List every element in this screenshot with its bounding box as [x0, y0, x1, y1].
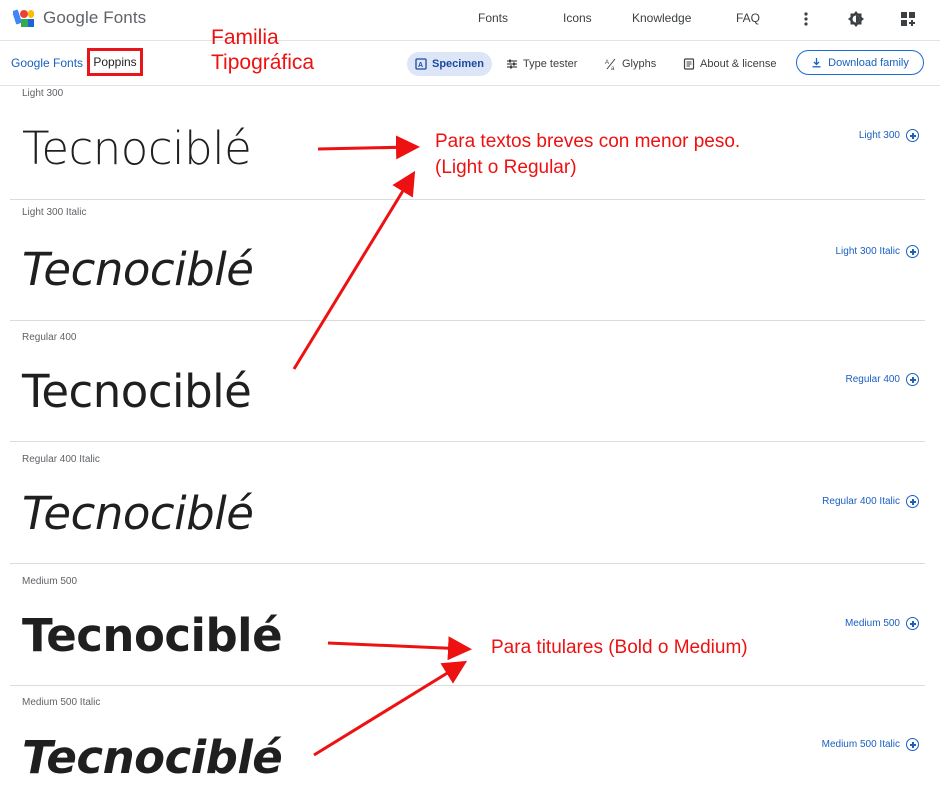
style-row-medium-500: Medium 500 Tecnociblé Medium 500	[10, 564, 925, 686]
nav-icons[interactable]: Icons	[563, 11, 592, 25]
add-circle-icon	[906, 738, 919, 751]
download-family-button[interactable]: Download family	[796, 50, 924, 75]
add-circle-icon	[906, 617, 919, 630]
svg-text:a: a	[611, 66, 615, 70]
specimen-preview[interactable]: Tecnociblé	[22, 731, 283, 784]
style-label: Light 300 Italic	[22, 207, 87, 218]
style-row-medium-500-italic: Medium 500 Italic Tecnociblé Medium 500 …	[10, 685, 925, 806]
breadcrumb-home[interactable]: Google Fonts	[11, 56, 83, 70]
glyphs-icon: Aa	[605, 58, 616, 70]
tab-about-license[interactable]: About & license	[683, 52, 776, 76]
select-style-label: Regular 400	[845, 374, 900, 385]
annotation-light-line2: (Light o Regular)	[435, 157, 577, 178]
tab-specimen[interactable]: A Specimen	[407, 52, 492, 76]
select-style-label: Regular 400 Italic	[822, 496, 900, 507]
select-style-label: Medium 500	[844, 618, 900, 629]
top-nav-bar: Google Fonts Fonts Icons Knowledge FAQ	[0, 0, 940, 41]
breadcrumb-current-family: Poppins	[87, 48, 143, 76]
select-style-medium-500-italic[interactable]: Medium 500 Italic	[822, 738, 919, 751]
brand-name: Google Fonts	[43, 8, 147, 27]
nav-knowledge[interactable]: Knowledge	[632, 11, 691, 25]
specimen-preview[interactable]: Tecnociblé	[22, 122, 252, 175]
specimen-icon: A	[415, 58, 427, 70]
tab-type-tester-label: Type tester	[523, 58, 578, 70]
tune-icon	[507, 59, 517, 69]
document-icon	[683, 58, 695, 70]
nav-faq[interactable]: FAQ	[736, 11, 760, 25]
download-icon	[812, 58, 821, 68]
add-circle-icon	[906, 245, 919, 258]
google-fonts-logo-icon	[12, 8, 35, 28]
add-circle-icon	[906, 373, 919, 386]
add-circle-icon	[906, 495, 919, 508]
specimen-preview[interactable]: Tecnociblé	[22, 487, 254, 540]
add-circle-icon	[906, 129, 919, 142]
specimen-preview[interactable]: Tecnociblé	[22, 365, 252, 418]
select-style-light-300-italic[interactable]: Light 300 Italic	[835, 245, 919, 258]
select-style-regular-400[interactable]: Regular 400	[846, 373, 919, 386]
svg-text:A: A	[418, 62, 423, 69]
annotation-family-line1: Familia	[211, 26, 279, 49]
style-row-regular-400-italic: Regular 400 Italic Tecnociblé Regular 40…	[10, 442, 925, 564]
theme-toggle-icon[interactable]	[847, 10, 865, 28]
style-label: Medium 500	[22, 576, 78, 587]
style-row-regular-400: Regular 400 Tecnociblé Regular 400	[10, 320, 925, 442]
apps-grid-icon[interactable]	[899, 10, 917, 28]
google-fonts-logo[interactable]: Google Fonts	[12, 8, 147, 28]
style-label: Medium 500 Italic	[22, 697, 101, 708]
specimen-preview[interactable]: Tecnociblé	[22, 609, 283, 662]
style-row-light-300-italic: Light 300 Italic Tecnociblé Light 300 It…	[10, 199, 925, 321]
annotation-light-line1: Para textos breves con menor peso.	[435, 131, 741, 152]
tab-glyphs-label: Glyphs	[622, 58, 657, 70]
tab-about-license-label: About & license	[700, 58, 777, 70]
style-label: Regular 400	[22, 332, 77, 343]
select-style-regular-400-italic[interactable]: Regular 400 Italic	[822, 495, 919, 508]
tab-glyphs[interactable]: Aa Glyphs	[605, 52, 656, 76]
select-style-medium-500[interactable]: Medium 500	[845, 617, 919, 630]
nav-fonts[interactable]: Fonts	[478, 11, 508, 25]
style-label: Regular 400 Italic	[22, 454, 100, 465]
select-style-label: Medium 500 Italic	[821, 739, 900, 750]
select-style-light-300[interactable]: Light 300	[859, 129, 919, 142]
annotation-titles: Para titulares (Bold o Medium)	[491, 637, 748, 658]
download-family-label: Download family	[828, 56, 909, 69]
annotation-family-line2: Tipográfica	[211, 51, 315, 74]
tab-specimen-label: Specimen	[432, 58, 484, 70]
more-vert-icon[interactable]	[797, 10, 815, 28]
svg-text:A: A	[605, 60, 609, 66]
style-label: Light 300	[22, 88, 64, 99]
select-style-label: Light 300 Italic	[835, 246, 901, 257]
specimen-preview[interactable]: Tecnociblé	[22, 243, 254, 296]
tab-type-tester[interactable]: Type tester	[506, 52, 577, 76]
select-style-label: Light 300	[858, 130, 900, 141]
